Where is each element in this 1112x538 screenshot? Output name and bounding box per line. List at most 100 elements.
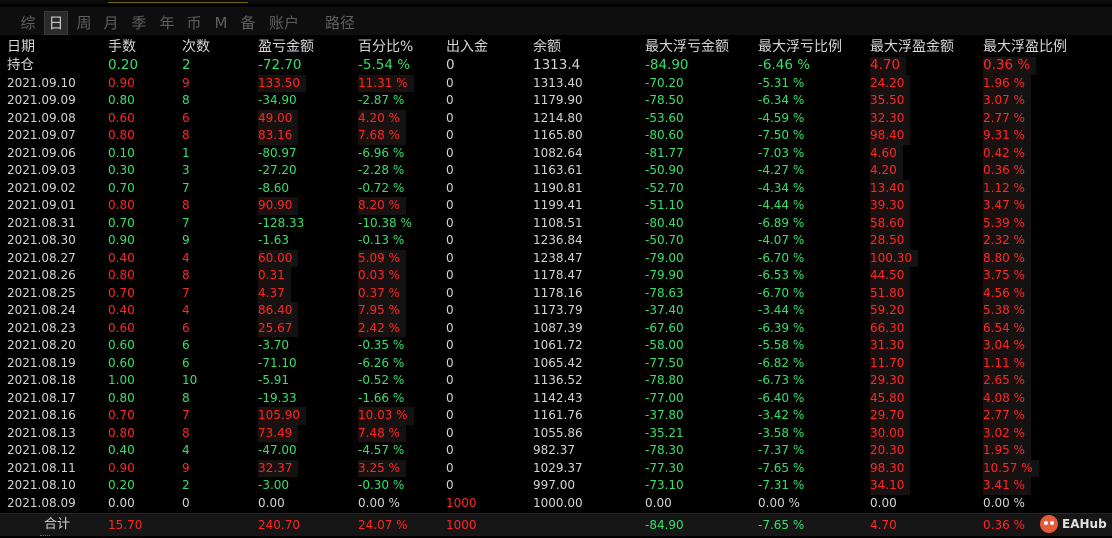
cell-count: 7 bbox=[182, 285, 190, 300]
column-header-balance[interactable]: 余额 bbox=[533, 37, 561, 57]
cell-io: 0 bbox=[446, 110, 454, 125]
column-header-count[interactable]: 次数 bbox=[182, 37, 210, 57]
column-header-date[interactable]: 日期 bbox=[7, 37, 35, 57]
table-row[interactable]: 2021.08.10 0.20 2 -3.00 -0.30 % 0 997.00 -73.10… bbox=[0, 477, 1112, 495]
table-row[interactable]: 2021.09.02 0.70 7 -8.60 -0.72 % 0 1190.81 -52.7… bbox=[0, 179, 1112, 197]
tab-6[interactable]: 币 bbox=[183, 12, 205, 34]
cell-pct: 7.95 % bbox=[358, 302, 406, 320]
column-header-io[interactable]: 出入金 bbox=[446, 37, 488, 57]
cell-maxlosspct: -6.89 % bbox=[758, 215, 805, 230]
cell-balance: 997.00 bbox=[533, 478, 575, 492]
cell-date: 持仓 bbox=[7, 57, 34, 73]
tab-1[interactable]: 日 bbox=[44, 11, 68, 35]
cell-maxloss: -77.30 bbox=[645, 460, 684, 475]
cell-io: 0 bbox=[446, 215, 454, 230]
cell-maxprofit: 59.20 bbox=[870, 302, 911, 320]
cell-lots: 0.20 bbox=[108, 478, 135, 492]
cell-maxprofit: 98.40 bbox=[870, 127, 911, 145]
cell-maxlosspct: -3.58 % bbox=[758, 425, 805, 440]
table-row[interactable]: 2021.08.11 0.90 9 32.37 3.25 % 0 1029.37 -77.30… bbox=[0, 459, 1112, 477]
table-row[interactable]: 2021.08.30 0.90 9 -1.63 -0.13 % 0 1236.84 -50.7… bbox=[0, 232, 1112, 250]
column-header-pnl[interactable]: 盈亏金额 bbox=[258, 37, 314, 57]
table-row[interactable]: 2021.08.12 0.40 4 -47.00 -4.57 % 0 982.37 -78.3… bbox=[0, 442, 1112, 460]
cell-pnl: 0.31 bbox=[258, 267, 291, 285]
cell-pct: -0.30 % bbox=[358, 478, 405, 492]
cell-maxloss: -51.10 bbox=[645, 198, 684, 212]
cell-date: 2021.08.26 bbox=[7, 268, 76, 282]
table-row[interactable]: 2021.08.24 0.40 4 86.40 7.95 % 0 1173.79 -37.40… bbox=[0, 302, 1112, 320]
column-header-lots[interactable]: 手数 bbox=[108, 37, 136, 57]
cell-lots: 0.60 bbox=[108, 338, 135, 352]
cell-balance: 1000.00 bbox=[533, 495, 583, 510]
cell-maxloss: -78.63 bbox=[645, 285, 684, 300]
column-header-maxprofitpct[interactable]: 最大浮盈比例 bbox=[983, 37, 1067, 57]
period-tab-bar: 综日周月季年币 M 备账户 路径 bbox=[0, 7, 1112, 35]
tab-7[interactable]: M bbox=[210, 12, 232, 34]
column-header-pct[interactable]: 百分比% bbox=[358, 37, 413, 57]
cell-pnl: -3.70 bbox=[258, 338, 290, 352]
table-row[interactable]: 2021.08.23 0.60 6 25.67 2.42 % 0 1087.39 -67.60… bbox=[0, 319, 1112, 337]
tab-5[interactable]: 年 bbox=[156, 12, 178, 34]
table-row[interactable]: 2021.08.13 0.80 8 73.49 7.48 % 0 1055.86 -35.21… bbox=[0, 424, 1112, 442]
highlighted-value: 39.30 bbox=[870, 197, 911, 215]
cell-maxlosspct: 0.00 % bbox=[758, 495, 800, 510]
cell-count: 4 bbox=[182, 303, 190, 317]
cell-maxloss: -77.50 bbox=[645, 355, 684, 370]
highlighted-value: 11.31 % bbox=[358, 74, 414, 92]
cell-date: 2021.08.24 bbox=[7, 303, 76, 317]
cell-maxprofitpct: 2.77 % bbox=[983, 109, 1031, 127]
cell-count: 8 bbox=[182, 198, 190, 212]
column-header-maxloss[interactable]: 最大浮亏金额 bbox=[645, 37, 729, 57]
cell-io: 0 bbox=[446, 338, 454, 352]
cell-maxlosspct: -6.82 % bbox=[758, 355, 805, 370]
tab-10[interactable]: 路径 bbox=[320, 12, 360, 34]
cell-maxloss: -77.00 bbox=[645, 390, 684, 405]
table-row[interactable]: 2021.08.26 0.80 8 0.31 0.03 % 0 1178.47 -79.90 -… bbox=[0, 267, 1112, 285]
column-header-maxprofit[interactable]: 最大浮盈金额 bbox=[870, 37, 954, 57]
table-row[interactable]: 2021.09.01 0.80 8 90.90 8.20 % 0 1199.41 -51.10… bbox=[0, 197, 1112, 215]
highlighted-value: 2.65 % bbox=[983, 372, 1031, 390]
cell-io: 0 bbox=[446, 355, 454, 370]
cell-maxprofit: 39.30 bbox=[870, 197, 911, 215]
table-row[interactable]: 2021.09.03 0.30 3 -27.20 -2.28 % 0 1163.61 -50.… bbox=[0, 162, 1112, 180]
cell-pct: -2.28 % bbox=[358, 163, 405, 177]
tab-0[interactable]: 综 bbox=[17, 12, 39, 34]
holding-row[interactable]: 持仓 0.20 2 -72.70 -5.54 % 0 1313.4 -84.90 -6.46 %… bbox=[0, 57, 1112, 75]
tab-2[interactable]: 周 bbox=[73, 12, 95, 34]
cell-date: 2021.09.02 bbox=[7, 180, 76, 195]
cell-maxloss: -50.90 bbox=[645, 163, 684, 177]
cell-maxprofitpct: 0.00 % bbox=[983, 495, 1025, 510]
table-row[interactable]: 2021.09.10 0.90 9 133.50 11.31 % 0 1313.40 -70.… bbox=[0, 74, 1112, 92]
table-row[interactable]: 2021.09.08 0.60 6 49.00 4.20 % 0 1214.80 -53.60… bbox=[0, 109, 1112, 127]
cell-maxloss: -79.00 bbox=[645, 250, 684, 265]
cell-io: 0 bbox=[446, 320, 454, 335]
cell-maxloss: -50.70 bbox=[645, 233, 684, 247]
cell-pct: -0.13 % bbox=[358, 233, 405, 247]
table-row[interactable]: 2021.08.19 0.60 6 -71.10 -6.26 % 0 1065.42 -77.… bbox=[0, 354, 1112, 372]
table-row[interactable]: 2021.08.31 0.70 7 -128.33 -10.38 % 0 1108.51 -8… bbox=[0, 214, 1112, 232]
totals-pct: 24.07 % bbox=[358, 518, 408, 532]
cell-date: 2021.08.20 bbox=[7, 338, 76, 352]
column-header-maxlosspct[interactable]: 最大浮亏比例 bbox=[758, 37, 842, 57]
table-row[interactable]: 2021.08.27 0.40 4 60.00 5.09 % 0 1238.47 -79.00… bbox=[0, 249, 1112, 267]
cell-maxprofitpct: 4.56 % bbox=[983, 284, 1031, 302]
table-row[interactable]: 2021.08.18 1.00 10 -5.91 -0.52 % 0 1136.52 -78.… bbox=[0, 372, 1112, 390]
cell-maxlosspct: -3.44 % bbox=[758, 303, 805, 317]
cell-maxlosspct: -6.46 % bbox=[758, 57, 811, 73]
table-row[interactable]: 2021.09.07 0.80 8 83.16 7.68 % 0 1165.80 -80.60… bbox=[0, 127, 1112, 145]
table-row[interactable]: 2021.09.06 0.10 1 -80.97 -6.96 % 0 1082.64 -81.… bbox=[0, 144, 1112, 162]
tab-3[interactable]: 月 bbox=[100, 12, 122, 34]
table-row[interactable]: 2021.08.25 0.70 7 4.37 0.37 % 0 1178.16 -78.63 -… bbox=[0, 284, 1112, 302]
table-row[interactable]: 2021.08.09 0.00 0 0.00 0.00 % 1000 1000.00 0.00… bbox=[0, 495, 1112, 513]
cell-maxprofit: 51.80 bbox=[870, 284, 911, 302]
table-row[interactable]: 2021.08.17 0.80 8 -19.33 -1.66 % 0 1142.43 -77.… bbox=[0, 389, 1112, 407]
cell-maxprofitpct: 0.36 % bbox=[983, 57, 1037, 75]
table-row[interactable]: 2021.08.20 0.60 6 -3.70 -0.35 % 0 1061.72 -58.0… bbox=[0, 337, 1112, 355]
tab-4[interactable]: 季 bbox=[128, 12, 150, 34]
table-row[interactable]: 2021.08.16 0.70 7 105.90 10.03 % 0 1161.76 -37.… bbox=[0, 407, 1112, 425]
cell-balance: 1178.47 bbox=[533, 268, 583, 282]
table-row[interactable]: 2021.09.09 0.80 8 -34.90 -2.87 % 0 1179.90 -78.… bbox=[0, 92, 1112, 110]
cell-maxprofit: 0.00 bbox=[870, 495, 897, 510]
tab-9[interactable]: 账户 bbox=[264, 12, 304, 34]
tab-8[interactable]: 备 bbox=[237, 12, 259, 34]
